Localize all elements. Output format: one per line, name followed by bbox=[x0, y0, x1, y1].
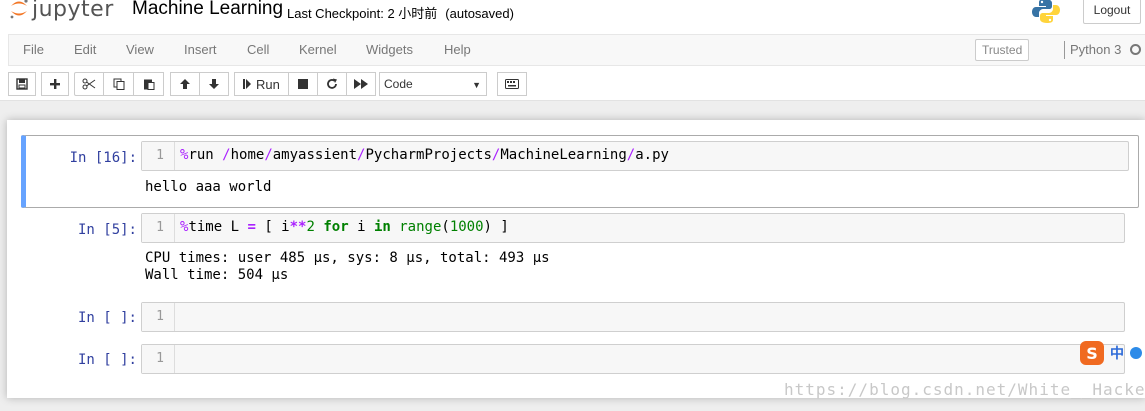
line-number: 1 bbox=[142, 214, 175, 242]
line-number: 1 bbox=[142, 142, 175, 170]
copy-icon bbox=[113, 78, 125, 90]
run-button-label: Run bbox=[256, 76, 280, 92]
keyboard-icon bbox=[505, 79, 519, 89]
input-prompt: In [5]: bbox=[77, 222, 137, 238]
restart-button[interactable] bbox=[317, 72, 347, 96]
menu-kernel[interactable]: Kernel bbox=[299, 42, 337, 57]
checkpoint-status: Last Checkpoint: 2 小时前 (autosaved) bbox=[287, 3, 514, 22]
ime-toolbar[interactable]: S 中 bbox=[1080, 339, 1145, 367]
interrupt-button[interactable] bbox=[288, 72, 318, 96]
notebook-container: In [16]: 1 %run /home/amyassient/Pycharm… bbox=[7, 120, 1145, 398]
sogou-logo-icon[interactable]: S bbox=[1080, 341, 1104, 365]
code-cell[interactable]: In [16]: 1 %run /home/amyassient/Pycharm… bbox=[21, 135, 1139, 208]
caret-down-icon: ▼ bbox=[472, 80, 481, 90]
code-input-area[interactable]: 1 bbox=[141, 302, 1125, 332]
input-prompt: In [ ]: bbox=[77, 352, 137, 368]
autosave-status: (autosaved) bbox=[445, 6, 514, 21]
arrow-down-icon bbox=[208, 78, 220, 90]
input-prompt: In [16]: bbox=[69, 150, 137, 166]
ime-status-dot-icon[interactable] bbox=[1130, 347, 1142, 359]
cut-icon bbox=[82, 78, 96, 90]
menu-widgets[interactable]: Widgets bbox=[366, 42, 413, 57]
cell-output: hello aaa world bbox=[145, 179, 272, 195]
watermark: https://blog.csdn.net/White__Hacker bbox=[784, 380, 1145, 399]
restart-icon bbox=[326, 78, 338, 90]
run-button[interactable]: Run bbox=[234, 72, 289, 96]
python-logo-icon bbox=[1031, 0, 1061, 24]
code-input-area[interactable]: 1 bbox=[141, 344, 1125, 374]
cell-type-select[interactable]: Code ▼ bbox=[379, 72, 487, 96]
fast-forward-icon bbox=[354, 79, 368, 89]
trusted-badge[interactable]: Trusted bbox=[975, 39, 1030, 61]
code-cell[interactable]: In [ ]: 1 bbox=[21, 302, 1139, 336]
code-line[interactable]: %run /home/amyassient/PycharmProjects/Ma… bbox=[180, 147, 669, 163]
copy-button[interactable] bbox=[104, 72, 134, 96]
jupyter-mark-icon bbox=[8, 0, 30, 20]
kernel-divider bbox=[1064, 41, 1065, 59]
code-input-area[interactable]: 1 %run /home/amyassient/PycharmProjects/… bbox=[141, 141, 1129, 171]
code-cell[interactable]: In [ ]: 1 bbox=[21, 344, 1139, 378]
jupyter-logo-text: jupyter bbox=[32, 0, 114, 22]
restart-run-all-button[interactable] bbox=[346, 72, 376, 96]
menu-view[interactable]: View bbox=[126, 42, 154, 57]
code-line[interactable]: %time L = [ i**2 for i in range(1000) ] bbox=[180, 219, 509, 235]
paste-button[interactable] bbox=[134, 72, 164, 96]
run-icon bbox=[242, 78, 252, 90]
menu-file[interactable]: File bbox=[23, 42, 44, 57]
notebook-title[interactable]: Machine Learning bbox=[132, 0, 283, 20]
logout-button[interactable]: Logout bbox=[1083, 0, 1141, 24]
code-cell[interactable]: In [5]: 1 %time L = [ i**2 for i in rang… bbox=[21, 213, 1139, 293]
menu-help[interactable]: Help bbox=[444, 42, 471, 57]
save-button[interactable] bbox=[8, 72, 36, 96]
move-down-button[interactable] bbox=[199, 72, 229, 96]
save-icon bbox=[16, 78, 28, 90]
command-palette-button[interactable] bbox=[497, 72, 527, 96]
header: jupyter Machine Learning Last Checkpoint… bbox=[0, 0, 1145, 101]
menu-cell[interactable]: Cell bbox=[247, 42, 269, 57]
arrow-up-icon bbox=[179, 78, 191, 90]
cell-type-value: Code bbox=[384, 77, 413, 91]
insert-cell-button[interactable] bbox=[41, 72, 69, 96]
plus-icon bbox=[49, 78, 61, 90]
line-number: 1 bbox=[142, 345, 175, 373]
menubar: File Edit View Insert Cell Kernel Widget… bbox=[8, 34, 1145, 66]
jupyter-logo[interactable]: jupyter bbox=[8, 0, 114, 22]
ime-mode-toggle[interactable]: 中 bbox=[1110, 343, 1124, 363]
kernel-name: Python 3 bbox=[1070, 42, 1122, 57]
cell-output: CPU times: user 485 µs, sys: 8 µs, total… bbox=[145, 250, 550, 283]
code-input-area[interactable]: 1 %time L = [ i**2 for i in range(1000) … bbox=[141, 213, 1125, 243]
cut-button[interactable] bbox=[74, 72, 104, 96]
checkpoint-text: Last Checkpoint: 2 小时前 bbox=[287, 6, 438, 21]
stop-icon bbox=[298, 79, 308, 89]
kernel-idle-indicator-icon bbox=[1130, 44, 1141, 55]
menu-edit[interactable]: Edit bbox=[74, 42, 96, 57]
move-up-button[interactable] bbox=[170, 72, 200, 96]
input-prompt: In [ ]: bbox=[77, 310, 137, 326]
paste-icon bbox=[143, 78, 155, 90]
menu-insert[interactable]: Insert bbox=[184, 42, 217, 57]
line-number: 1 bbox=[142, 303, 175, 331]
